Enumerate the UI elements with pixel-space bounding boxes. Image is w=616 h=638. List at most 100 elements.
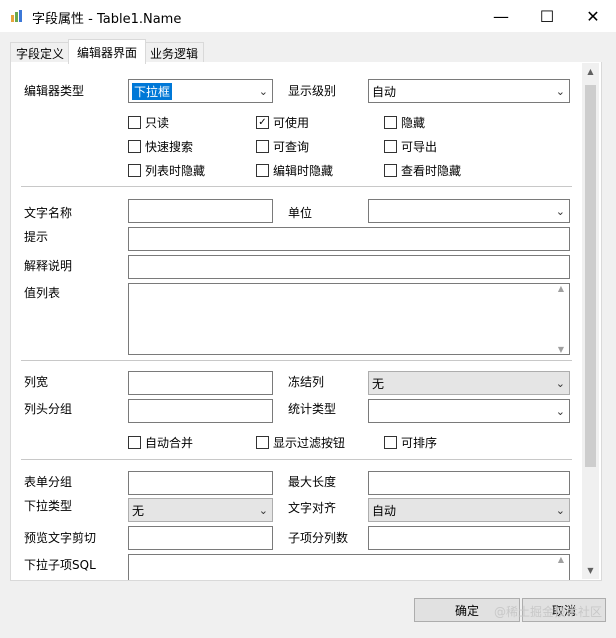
hide-in-view-checkbox[interactable]: 查看时隐藏 — [384, 162, 461, 179]
column-width-label: 列宽 — [24, 375, 49, 389]
column-width-input[interactable] — [128, 371, 273, 395]
text-align-value: 自动 — [372, 503, 397, 518]
maximize-button[interactable]: ☐ — [524, 0, 570, 32]
dropdown-sql-label: 下拉子项SQL — [24, 558, 96, 572]
chevron-down-icon: ⌄ — [555, 204, 565, 218]
tab-field-definition[interactable]: 字段定义 — [10, 42, 70, 63]
chevron-down-icon: ⌄ — [555, 84, 565, 98]
scroll-up-icon[interactable]: ▲ — [582, 63, 599, 80]
tab-editor-ui[interactable]: 编辑器界面 — [68, 39, 146, 64]
tab-business-logic[interactable]: 业务逻辑 — [144, 42, 204, 63]
sortable-checkbox[interactable]: 可排序 — [384, 434, 437, 451]
form-group-label: 表单分组 — [24, 475, 73, 489]
show-filter-button-checkbox[interactable]: 显示过滤按钮 — [256, 434, 345, 451]
value-list-label: 值列表 — [24, 286, 61, 300]
panel-scrollbar[interactable]: ▲ ▼ — [582, 63, 599, 579]
enabled-checkbox[interactable]: ✓ 可使用 — [256, 114, 309, 131]
checkbox-label: 编辑时隐藏 — [273, 164, 334, 178]
scroll-up-icon: ▲ — [557, 555, 565, 564]
hidden-checkbox[interactable]: 隐藏 — [384, 114, 425, 131]
checkbox-icon — [128, 164, 141, 177]
checkbox-label: 自动合并 — [145, 436, 194, 450]
checkbox-label: 快速搜索 — [145, 140, 194, 154]
chevron-down-icon: ⌄ — [555, 503, 565, 517]
checkbox-label: 可导出 — [401, 140, 438, 154]
checkbox-icon — [256, 140, 269, 153]
checkbox-icon — [128, 116, 141, 129]
explain-input[interactable] — [128, 255, 570, 279]
scrollbar-thumb[interactable] — [585, 85, 596, 467]
minimize-icon: — — [493, 6, 509, 26]
checkbox-icon — [128, 140, 141, 153]
header-group-input[interactable] — [128, 399, 273, 423]
section-divider — [21, 459, 572, 460]
watermark-text: @稀土掘金技术社区 — [493, 605, 602, 619]
stat-type-combo[interactable]: ⌄ — [368, 399, 570, 423]
text-align-combo[interactable]: 自动 ⌄ — [368, 498, 570, 522]
display-name-label: 文字名称 — [24, 206, 73, 220]
checkbox-label: 查看时隐藏 — [401, 164, 462, 178]
preview-cut-label: 预览文字剪切 — [24, 531, 97, 545]
hint-input[interactable] — [128, 227, 570, 251]
hint-label: 提示 — [24, 230, 49, 244]
chevron-down-icon: ⌄ — [555, 404, 565, 418]
tab-panel: 编辑器类型 下拉框 ⌄ 显示级别 自动 ⌄ 只读 ✓ 可使用 隐藏 快速搜索 可查… — [10, 62, 602, 581]
form-group-input[interactable] — [128, 471, 273, 495]
value-list-textarea[interactable]: ▲ ▼ — [128, 283, 570, 355]
max-length-label: 最大长度 — [288, 475, 337, 489]
subitem-columns-label: 子项分列数 — [288, 531, 349, 545]
display-level-combo[interactable]: 自动 ⌄ — [368, 79, 570, 103]
checkbox-icon — [256, 436, 269, 449]
display-name-input[interactable] — [128, 199, 273, 223]
checkbox-icon — [384, 164, 397, 177]
close-icon: ✕ — [586, 6, 600, 26]
maximize-icon: ☐ — [539, 6, 555, 26]
hide-in-list-checkbox[interactable]: 列表时隐藏 — [128, 162, 205, 179]
exportable-checkbox[interactable]: 可导出 — [384, 138, 437, 155]
subitem-columns-input[interactable] — [368, 526, 570, 550]
scroll-up-icon: ▲ — [557, 284, 565, 293]
quick-search-checkbox[interactable]: 快速搜索 — [128, 138, 193, 155]
explain-label: 解释说明 — [24, 259, 73, 273]
checkbox-label: 可使用 — [273, 116, 310, 130]
chevron-down-icon: ⌄ — [258, 84, 268, 98]
editor-type-combo[interactable]: 下拉框 ⌄ — [128, 79, 273, 103]
dropdown-type-label: 下拉类型 — [24, 499, 73, 513]
checkbox-icon — [128, 436, 141, 449]
app-icon — [11, 10, 22, 22]
display-level-label: 显示级别 — [288, 84, 337, 98]
minimize-button[interactable]: — — [478, 0, 524, 32]
close-button[interactable]: ✕ — [570, 0, 616, 32]
checkbox-label: 可查询 — [273, 140, 310, 154]
text-align-label: 文字对齐 — [288, 501, 337, 515]
preview-cut-input[interactable] — [128, 526, 273, 550]
chevron-down-icon: ⌄ — [258, 503, 268, 517]
dropdown-sql-textarea[interactable]: ▲ ▼ — [128, 554, 570, 580]
chevron-down-icon: ⌄ — [555, 376, 565, 390]
editor-type-value: 下拉框 — [132, 82, 173, 100]
hide-in-edit-checkbox[interactable]: 编辑时隐藏 — [256, 162, 333, 179]
dropdown-type-combo[interactable]: 无 ⌄ — [128, 498, 273, 522]
dropdown-type-value: 无 — [132, 503, 145, 518]
scroll-down-icon[interactable]: ▼ — [582, 562, 599, 579]
checkbox-icon — [384, 140, 397, 153]
checkbox-label: 可排序 — [401, 436, 438, 450]
checkbox-label: 显示过滤按钮 — [273, 436, 346, 450]
stat-type-label: 统计类型 — [288, 402, 337, 416]
unit-combo[interactable]: ⌄ — [368, 199, 570, 223]
textarea-scrollbar[interactable]: ▲ ▼ — [553, 284, 569, 354]
textarea-scrollbar[interactable]: ▲ ▼ — [553, 555, 569, 580]
freeze-column-value: 无 — [372, 376, 385, 391]
readonly-checkbox[interactable]: 只读 — [128, 114, 169, 131]
checkbox-label: 列表时隐藏 — [145, 164, 206, 178]
freeze-column-combo[interactable]: 无 ⌄ — [368, 371, 570, 395]
section-divider — [21, 360, 572, 361]
section-divider — [21, 186, 572, 187]
max-length-input[interactable] — [368, 471, 570, 495]
window-title: 字段属性 - Table1.Name — [32, 12, 182, 27]
checkbox-icon — [384, 116, 397, 129]
unit-label: 单位 — [288, 206, 313, 220]
queryable-checkbox[interactable]: 可查询 — [256, 138, 309, 155]
auto-merge-checkbox[interactable]: 自动合并 — [128, 434, 193, 451]
scroll-down-icon: ▼ — [557, 345, 565, 354]
